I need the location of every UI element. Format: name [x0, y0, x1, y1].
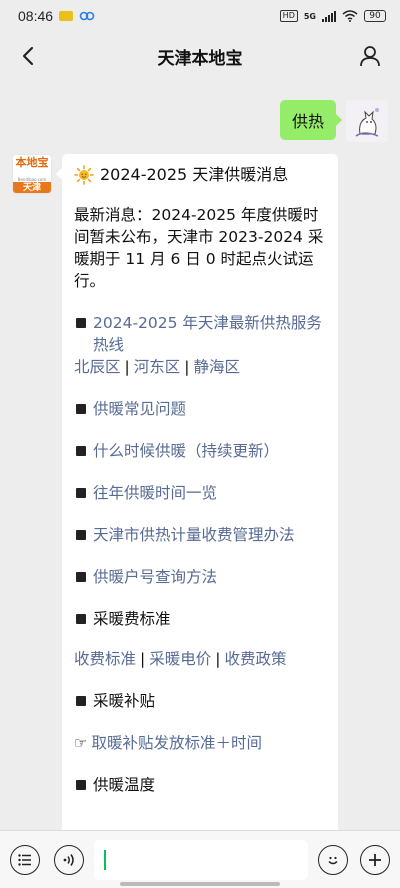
bullet-square-icon [76, 446, 86, 456]
page-title: 天津本地宝 [157, 48, 243, 69]
subsidy-heading: 采暖补贴 [93, 692, 156, 710]
hd-icon: HD [279, 10, 298, 22]
district-link-jinghai[interactable]: 静海区 [194, 358, 241, 376]
battery-indicator: 90 [364, 10, 386, 22]
add-button[interactable] [360, 844, 390, 875]
subsidy-link[interactable]: 取暖补贴发放标准＋时间 [91, 732, 262, 754]
subsidy-item: 采暖补贴 [74, 690, 326, 712]
cat-illustration-icon [346, 100, 388, 142]
plus-icon [369, 853, 381, 866]
message-title-text: 2024-2025 天津供暖消息 [100, 165, 289, 184]
metering-item: 天津市供热计量收费管理办法 [74, 524, 326, 546]
user-message-row: 供热 [279, 100, 388, 142]
temperature-item: 供暖温度 [74, 774, 326, 796]
subsidy-link-item: ☞ 取暖补贴发放标准＋时间 [74, 732, 326, 754]
bullet-square-icon [76, 780, 86, 790]
district-link-hedong[interactable]: 河东区 [134, 358, 181, 376]
back-button[interactable] [10, 38, 46, 74]
intro-text: 最新消息：2024-2025 年度供暖时间暂未公布，天津市 2023-2024 … [74, 206, 324, 290]
bullet-square-icon [76, 572, 86, 582]
home-indicator[interactable] [120, 882, 280, 886]
faq-item: 供暖常见问题 [74, 398, 326, 420]
account-query-link[interactable]: 供暖户号查询方法 [93, 566, 217, 588]
person-icon [360, 46, 380, 67]
bullet-square-icon [76, 488, 86, 498]
past-times-link[interactable]: 往年供暖时间一览 [93, 482, 217, 504]
account-query-item: 供暖户号查询方法 [74, 566, 326, 588]
notification-app-icon [59, 11, 74, 21]
status-bar: 08:46 HD 5G 90 [0, 0, 400, 32]
user-message-bubble[interactable]: 供热 [279, 100, 343, 140]
smiley-icon [328, 856, 338, 864]
message-input[interactable] [94, 839, 308, 880]
metering-link[interactable]: 天津市供热计量收费管理办法 [93, 524, 295, 546]
temperature-heading: 供暖温度 [93, 776, 156, 794]
bot-logo-text: 本地宝 [13, 155, 51, 177]
fee-link-standard[interactable]: 收费标准 [74, 648, 136, 670]
emoji-button[interactable] [318, 844, 348, 875]
when-heating-item: 什么时候供暖（持续更新） [74, 440, 326, 462]
when-heating-link[interactable]: 什么时候供暖（持续更新） [93, 440, 279, 462]
bullet-square-icon [76, 696, 86, 706]
bot-avatar[interactable]: 本地宝 Bendibao.com 天津 [12, 154, 52, 194]
chevron-left-icon [22, 46, 34, 66]
hotline-link[interactable]: 2024-2025 年天津最新供热服务热线 [93, 314, 322, 354]
user-avatar[interactable] [346, 100, 388, 142]
bot-message-bubble: 2024-2025 天津供暖消息 最新消息：2024-2025 年度供暖时间暂未… [56, 154, 338, 830]
list-menu-icon [18, 853, 31, 866]
wifi-icon [342, 10, 358, 22]
bot-logo-city: 天津 [13, 182, 51, 193]
fee-links: 收费标准 | 采暖电价 | 收费政策 [74, 648, 287, 670]
bullet-square-icon [76, 530, 86, 540]
menu-button[interactable] [10, 844, 40, 875]
bullet-square-icon [76, 614, 86, 624]
nav-bar: 天津本地宝 [0, 32, 400, 80]
signal-icon [322, 10, 336, 22]
network-type: 5G [303, 11, 316, 21]
voice-icon [63, 853, 74, 866]
voice-button[interactable] [54, 844, 84, 875]
sun-icon [74, 165, 94, 185]
hotline-item: 2024-2025 年天津最新供热服务热线 [74, 312, 326, 356]
input-bar [0, 830, 400, 888]
text-caret [104, 850, 106, 870]
status-time: 08:46 [18, 8, 54, 24]
profile-button[interactable] [352, 38, 388, 74]
message-title: 2024-2025 天津供暖消息 [74, 164, 326, 186]
bullet-square-icon [76, 318, 86, 328]
pointing-hand-icon: ☞ [74, 734, 88, 752]
faq-link[interactable]: 供暖常见问题 [93, 398, 186, 420]
fee-link-policy[interactable]: 收费政策 [225, 648, 287, 670]
user-message-text: 供热 [291, 112, 324, 131]
district-links: 北辰区 | 河东区 | 静海区 [74, 358, 241, 376]
bullet-square-icon [76, 404, 86, 414]
notification-loop-icon [79, 11, 95, 21]
fee-link-electricity[interactable]: 采暖电价 [149, 648, 211, 670]
chat-area[interactable]: 供热 本地宝 Bendibao.com 天津 2024-2025 天津供暖消息 … [0, 80, 400, 830]
past-times-item: 往年供暖时间一览 [74, 482, 326, 504]
district-link-beichen[interactable]: 北辰区 [74, 358, 121, 376]
fee-standard-item: 采暖费标准 [74, 608, 326, 630]
fee-standard-heading: 采暖费标准 [93, 610, 171, 628]
